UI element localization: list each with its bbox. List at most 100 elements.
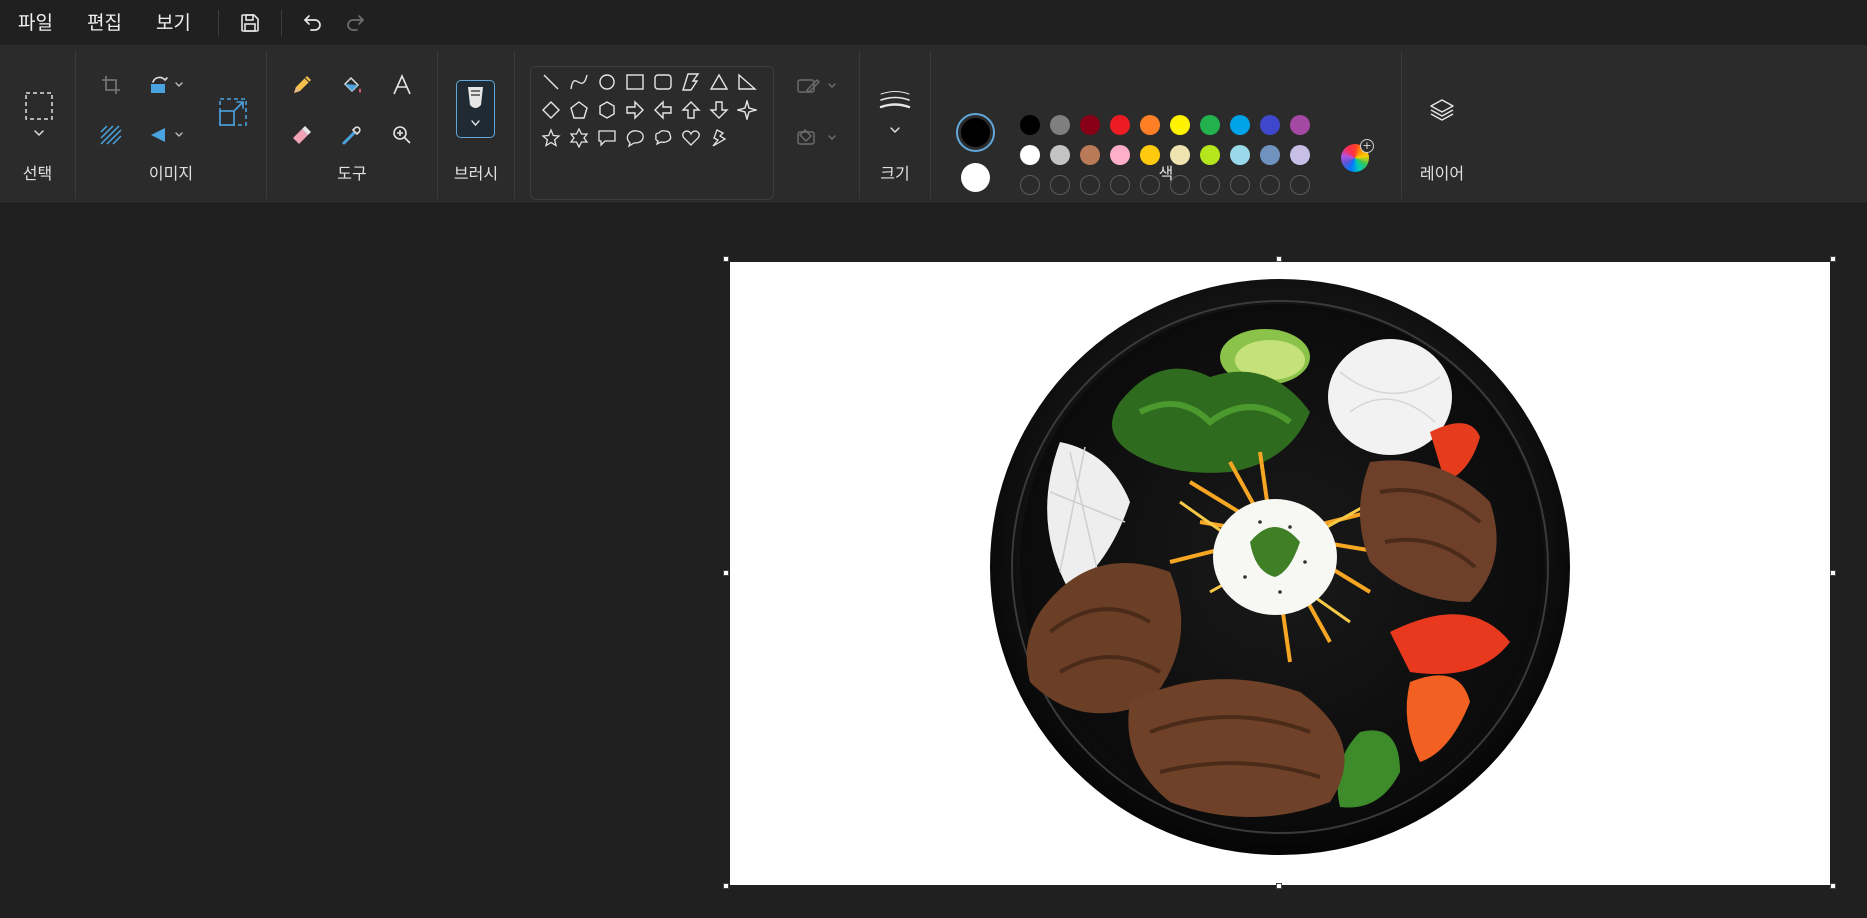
menu-divider [217,9,219,36]
six-point-star-shape[interactable] [567,126,591,150]
oval-callout-shape[interactable] [623,126,647,150]
palette-swatch[interactable] [1170,115,1190,135]
image-properties-icon [100,125,122,145]
primary-color-fill [961,118,990,147]
custom-color-slot[interactable] [1170,175,1190,195]
palette-swatch[interactable] [1290,145,1310,165]
fill-button[interactable] [332,65,372,105]
lightning-icon [712,129,727,147]
pencil-button[interactable] [282,65,322,105]
group-label-brushes: 브러시 [453,164,499,183]
polygon-shape[interactable] [679,70,703,94]
fill-style-button[interactable] [793,123,843,153]
palette-swatch[interactable] [1260,145,1280,165]
secondary-color-swatch[interactable] [961,163,990,192]
up-arrow-shape[interactable] [679,98,703,122]
rect-callout-icon [598,130,616,147]
diamond-shape[interactable] [539,98,563,122]
resize-button[interactable] [210,89,256,135]
palette-swatch[interactable] [1200,145,1220,165]
custom-color-slot[interactable] [1290,175,1310,195]
palette-swatch[interactable] [1050,145,1070,165]
hexagon-shape[interactable] [595,98,619,122]
palette-swatch[interactable] [1020,145,1040,165]
outline-icon [797,79,836,93]
resize-handle-top-left[interactable] [723,256,729,262]
palette-swatch[interactable] [1230,145,1250,165]
brushes-button[interactable] [456,80,495,138]
palette-swatch[interactable] [1050,115,1070,135]
undo-button[interactable] [292,4,334,42]
palette-swatch[interactable] [1230,115,1250,135]
resize-handle-right[interactable] [1830,570,1836,576]
outline-button[interactable] [793,71,843,101]
down-arrow-shape[interactable] [707,98,731,122]
resize-handle-bottom[interactable] [1276,883,1282,889]
menu-file[interactable]: 파일 [0,3,70,43]
rounded-rectangle-shape[interactable] [651,70,675,94]
triangle-shape[interactable] [707,70,731,94]
palette-swatch[interactable] [1110,145,1130,165]
right-arrow-shape[interactable] [623,98,647,122]
resize-handle-top-right[interactable] [1830,256,1836,262]
palette-swatch[interactable] [1170,145,1190,165]
size-button[interactable] [870,83,920,145]
drawing-canvas[interactable] [730,262,1830,885]
palette-swatch[interactable] [1080,145,1100,165]
resize-handle-bottom-left[interactable] [723,883,729,889]
save-button[interactable] [229,4,271,42]
curve-shape[interactable] [567,70,591,94]
edit-colors-button[interactable]: + [1341,139,1374,172]
resize-handle-left[interactable] [723,570,729,576]
right-triangle-shape[interactable] [735,70,759,94]
palette-swatch[interactable] [1290,115,1310,135]
resize-handle-bottom-right[interactable] [1830,883,1836,889]
rect-callout-shape[interactable] [595,126,619,150]
palette-swatch[interactable] [1140,145,1160,165]
flip-button[interactable] [144,115,194,155]
canvas-workspace[interactable] [0,205,1867,918]
image-properties-button[interactable] [91,115,131,155]
custom-color-slot[interactable] [1050,175,1070,195]
group-label-image: 이미지 [148,164,194,183]
magnifier-button[interactable] [382,115,422,155]
rectangle-shape[interactable] [623,70,647,94]
palette-swatch[interactable] [1200,115,1220,135]
pentagon-shape[interactable] [567,98,591,122]
redo-icon [347,14,364,31]
custom-color-slot[interactable] [1020,175,1040,195]
lightning-shape[interactable] [707,126,731,150]
left-arrow-shape[interactable] [651,98,675,122]
palette-swatch[interactable] [1140,115,1160,135]
custom-color-slot[interactable] [1260,175,1280,195]
palette-swatch[interactable] [1260,115,1280,135]
four-point-star-shape[interactable] [735,98,759,122]
palette-swatch[interactable] [1110,115,1130,135]
menu-view[interactable]: 보기 [139,3,208,43]
palette-swatch[interactable] [1080,115,1100,135]
menu-edit[interactable]: 편집 [70,3,139,43]
five-point-star-shape[interactable] [539,126,563,150]
heart-shape[interactable] [679,126,703,150]
eraser-button[interactable] [282,115,322,155]
primary-color-swatch[interactable] [956,113,995,152]
custom-color-slot[interactable] [1110,175,1130,195]
rotate-button[interactable] [144,65,194,105]
line-shape[interactable] [539,70,563,94]
palette-swatch[interactable] [1020,115,1040,135]
custom-color-slot[interactable] [1140,175,1160,195]
color-picker-button[interactable] [332,115,372,155]
crop-button[interactable] [91,65,131,105]
custom-color-slot[interactable] [1200,175,1220,195]
select-button[interactable] [19,81,59,151]
custom-color-slot[interactable] [1080,175,1100,195]
layers-button[interactable] [1422,90,1462,130]
custom-color-slot[interactable] [1230,175,1250,195]
text-button[interactable] [382,65,422,105]
resize-handle-top[interactable] [1276,256,1282,262]
right-triangle-icon [738,73,757,90]
cloud-callout-shape[interactable] [651,126,675,150]
group-label-size: 크기 [880,164,910,183]
oval-shape[interactable] [595,70,619,94]
redo-button[interactable] [334,4,376,42]
